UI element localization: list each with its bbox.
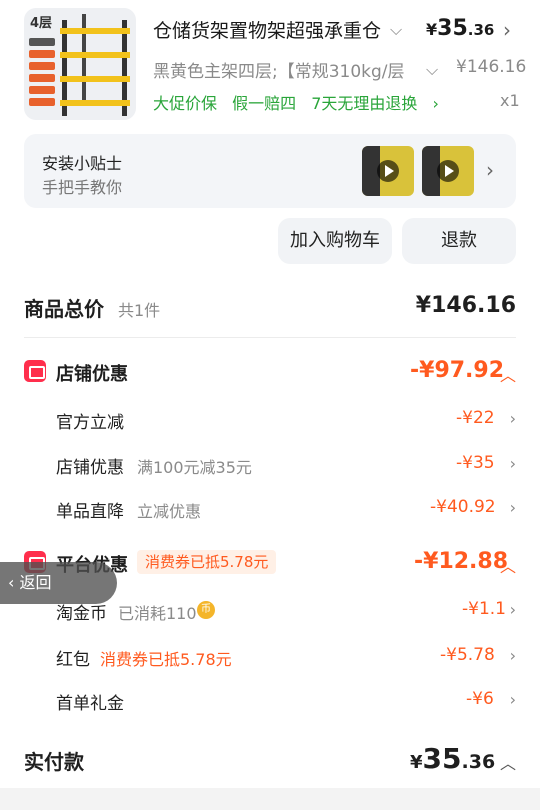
- pay-integer: 35: [422, 742, 462, 775]
- price-decimal: .36: [467, 21, 495, 39]
- back-button[interactable]: ‹ 返回: [0, 562, 117, 604]
- play-icon: [437, 160, 459, 182]
- chevron-up-icon[interactable]: ︿: [500, 750, 516, 774]
- discount-row-sub: 立减优惠: [137, 502, 202, 521]
- total-count: 共1件: [118, 301, 161, 320]
- chevron-right-icon[interactable]: ›: [510, 646, 516, 665]
- back-label: 返回: [19, 573, 52, 592]
- discount-row-amount[interactable]: -¥5.78: [440, 645, 495, 665]
- install-tips-card[interactable]: 安装小贴士 手把手教你 ›: [24, 134, 516, 208]
- divider: [24, 337, 516, 338]
- chevron-right-icon[interactable]: ›: [510, 498, 516, 517]
- store-icon: [24, 360, 46, 382]
- discount-row-sub: 已消耗110: [118, 604, 197, 623]
- total-price: ¥146.16: [415, 293, 516, 318]
- discount-row-amount[interactable]: -¥40.92: [430, 497, 496, 517]
- discount-row-sub: 满100元减35元: [137, 458, 252, 477]
- product-thumbnail[interactable]: 4层: [24, 8, 136, 120]
- tips-chevron-icon: ›: [486, 158, 494, 182]
- discount-row-amount[interactable]: -¥22: [456, 408, 495, 428]
- chevron-right-icon[interactable]: ›: [510, 409, 516, 428]
- back-arrow-icon: ‹: [8, 573, 20, 592]
- product-price: ¥35.36: [426, 16, 495, 41]
- discount-row-amount[interactable]: -¥6: [466, 689, 494, 709]
- play-icon: [377, 160, 399, 182]
- services-chevron-icon: ›: [432, 94, 439, 113]
- spec-chevron-down-icon[interactable]: ⌵: [426, 60, 438, 80]
- add-to-cart-button[interactable]: 加入购物车: [278, 218, 392, 264]
- discount-row-label: 首单礼金: [56, 694, 124, 714]
- total-label: 商品总价: [24, 297, 104, 321]
- shelf-image: [60, 14, 130, 116]
- store-discount-label: 店铺优惠: [56, 364, 128, 385]
- discount-row-label: 单品直降: [56, 502, 124, 522]
- service-tags[interactable]: 大促价保 假一赔四 7天无理由退换 ›: [153, 90, 449, 114]
- product-title[interactable]: 仓储货架置物架超强承重仓库货架: [153, 16, 381, 43]
- service-return: 7天无理由退换: [311, 94, 418, 113]
- pay-decimal: .36: [461, 751, 496, 773]
- chevron-right-icon[interactable]: ›: [503, 18, 511, 42]
- tips-title: 安装小贴士: [42, 154, 123, 173]
- discount-row-amount[interactable]: -¥1.1: [462, 599, 506, 619]
- original-price: ¥146.16: [456, 57, 527, 77]
- video-thumbnail-1[interactable]: [362, 146, 414, 196]
- chevron-right-icon[interactable]: ›: [510, 454, 516, 473]
- chevron-down-icon[interactable]: ⌵: [390, 20, 402, 40]
- payment-label: 实付款: [24, 750, 84, 774]
- coupon-badge: 消费券已抵5.78元: [137, 550, 277, 574]
- quantity: x1: [500, 91, 520, 110]
- chevron-up-icon[interactable]: ︿: [500, 362, 516, 386]
- tips-subtitle: 手把手教你: [42, 178, 123, 197]
- chevron-right-icon[interactable]: ›: [510, 600, 516, 619]
- product-spec[interactable]: 黑黄色主架四层;【常规310kg/层: [153, 57, 415, 82]
- chevron-right-icon[interactable]: ›: [510, 690, 516, 709]
- video-thumbnail-2[interactable]: [422, 146, 474, 196]
- discount-row-label: 红包: [56, 650, 90, 670]
- bottom-bar: [0, 788, 540, 810]
- price-integer: 35: [437, 16, 468, 41]
- refund-button[interactable]: 退款: [402, 218, 516, 264]
- discount-row-sub: 消费券已抵5.78元: [100, 650, 232, 669]
- discount-row-label: 官方立减: [56, 413, 124, 433]
- service-fake-compensate: 假一赔四: [232, 94, 297, 113]
- discount-row-label: 店铺优惠: [56, 458, 124, 478]
- service-price-protect: 大促价保: [153, 94, 218, 113]
- discount-row-amount[interactable]: -¥35: [456, 453, 495, 473]
- chevron-up-icon[interactable]: ︿: [500, 553, 516, 577]
- store-discount-amount[interactable]: -¥97.92: [410, 358, 504, 383]
- payment-price: ¥35.36: [410, 742, 496, 775]
- platform-discount-amount[interactable]: -¥12.88: [414, 549, 508, 574]
- taojinbi-coin-icon: 币: [197, 601, 215, 619]
